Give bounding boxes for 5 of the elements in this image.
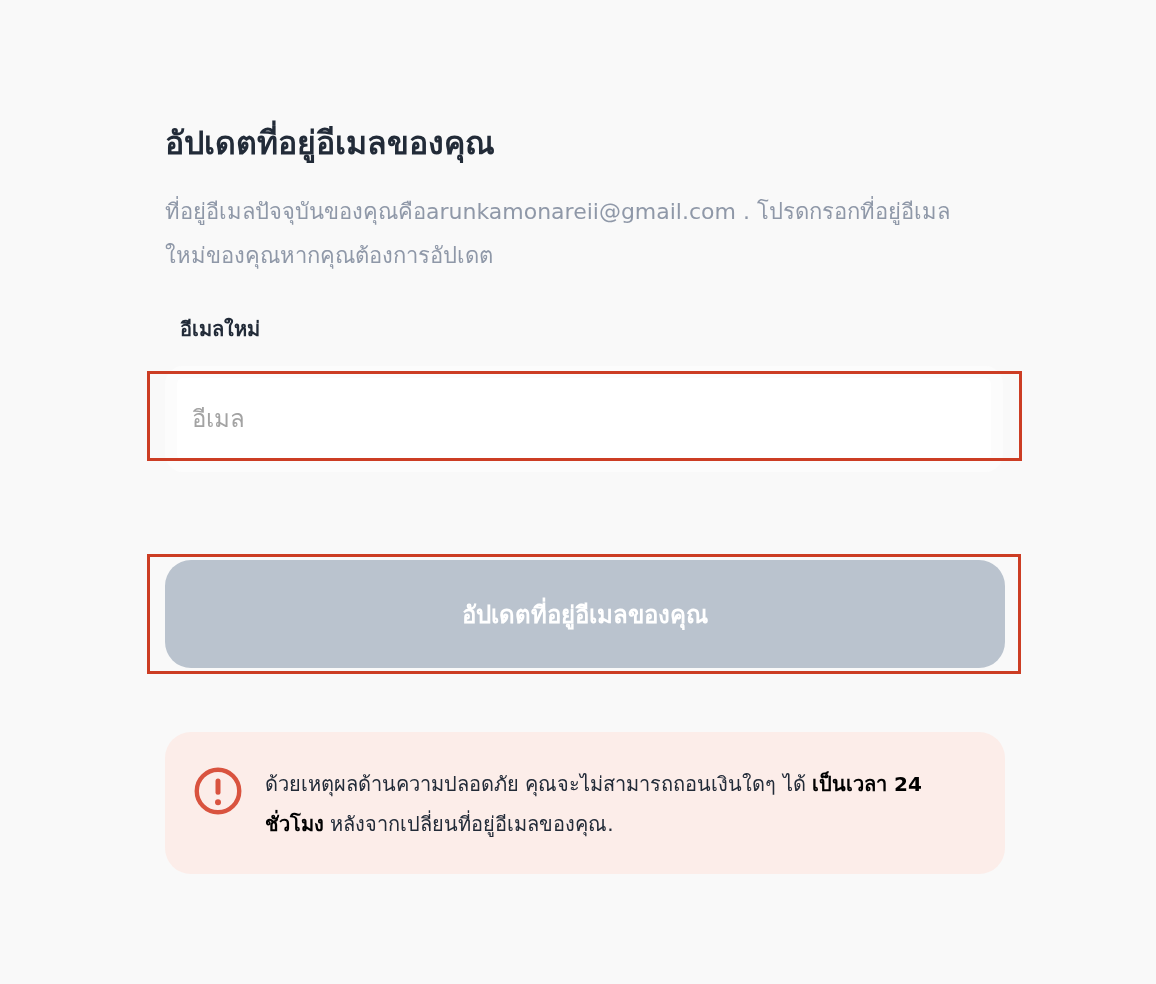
warning-icon	[193, 766, 243, 816]
page-title: อัปเดตที่อยู่อีเมลของคุณ	[165, 118, 1005, 168]
description-text: ที่อยู่อีเมลปัจจุบันของคุณคือarunkamonareii@gmail.com . โปรดกรอกที่อยู่อีเมล ใหม่ของคุณหากคุณต้องการอัปเดต	[165, 190, 995, 278]
warning-text: ด้วยเหตุผลด้านความปลอดภัย คุณจะไม่สามารถถอนเงินใดๆ ได้ เป็นเวลา 24 ชั่วโมง หลังจากเปลี่ยนที่อยู่อีเมลของคุณ.	[265, 770, 923, 839]
field-label: อีเมลใหม่	[180, 316, 261, 343]
